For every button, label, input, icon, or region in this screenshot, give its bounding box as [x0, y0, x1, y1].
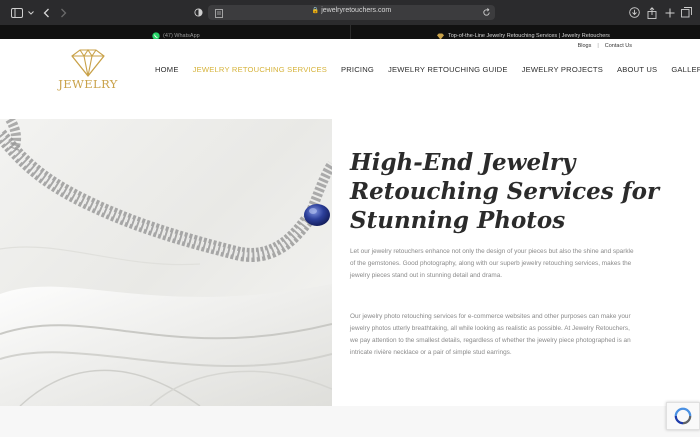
forward-icon[interactable] — [57, 6, 70, 19]
recaptcha-badge[interactable] — [666, 402, 700, 430]
sidebar-toggle-icon[interactable] — [10, 6, 23, 19]
hero-title: High-End Jewelry Retouching Services for… — [350, 149, 660, 234]
nav-jewelry-retouching-guide[interactable]: JEWELRY RETOUCHING GUIDE — [388, 65, 508, 74]
tab-overview-icon[interactable] — [680, 6, 693, 19]
nav-pricing[interactable]: PRICING — [341, 65, 374, 74]
url-text: 🔒 jewelryretouchers.com — [311, 7, 392, 14]
lock-icon: 🔒 — [311, 8, 320, 14]
nav-home[interactable]: HOME — [155, 65, 179, 74]
utility-links: Blogs | Contact Us — [578, 43, 632, 49]
address-bar[interactable]: 🔒 jewelryretouchers.com — [208, 5, 495, 20]
blogs-link[interactable]: Blogs — [578, 43, 592, 49]
nav-about-us[interactable]: ABOUT US — [617, 65, 657, 74]
next-section-band — [0, 406, 700, 437]
browser-toolbar: 🔒 jewelryretouchers.com — [0, 0, 700, 25]
download-icon[interactable] — [628, 6, 641, 19]
main-nav: HOME JEWELRY RETOUCHING SERVICES PRICING… — [155, 65, 700, 74]
hero-paragraph-2: Our jewelry photo retouching services fo… — [350, 313, 631, 356]
hero-necklace-image — [0, 119, 332, 406]
nav-gallery[interactable]: GALLERY — [671, 65, 700, 74]
hero-paragraph-1: Let our jewelry retouchers enhance not o… — [350, 248, 634, 279]
new-tab-icon[interactable] — [663, 6, 676, 19]
logo-text[interactable]: JEWELRY — [58, 77, 118, 91]
nav-jewelry-retouching-services[interactable]: JEWELRY RETOUCHING SERVICES — [193, 65, 327, 74]
share-icon[interactable] — [645, 6, 658, 19]
topbar-divider — [350, 25, 351, 39]
necklace-illustration — [0, 119, 332, 406]
back-icon[interactable] — [40, 6, 53, 19]
nav-jewelry-projects[interactable]: JEWELRY PROJECTS — [522, 65, 603, 74]
recaptcha-icon — [674, 407, 692, 425]
top-info-bar: (47) WhatsApp Top-of-the-Line Jewelry Re… — [0, 25, 700, 40]
site-header: Blogs | Contact Us JEWELRY HOME JEWELRY … — [0, 39, 700, 119]
chevron-down-icon[interactable] — [24, 6, 37, 19]
reload-icon[interactable] — [480, 6, 493, 19]
utility-separator: | — [597, 43, 599, 49]
contact-us-link[interactable]: Contact Us — [605, 43, 632, 49]
privacy-shield-icon[interactable] — [192, 6, 205, 19]
